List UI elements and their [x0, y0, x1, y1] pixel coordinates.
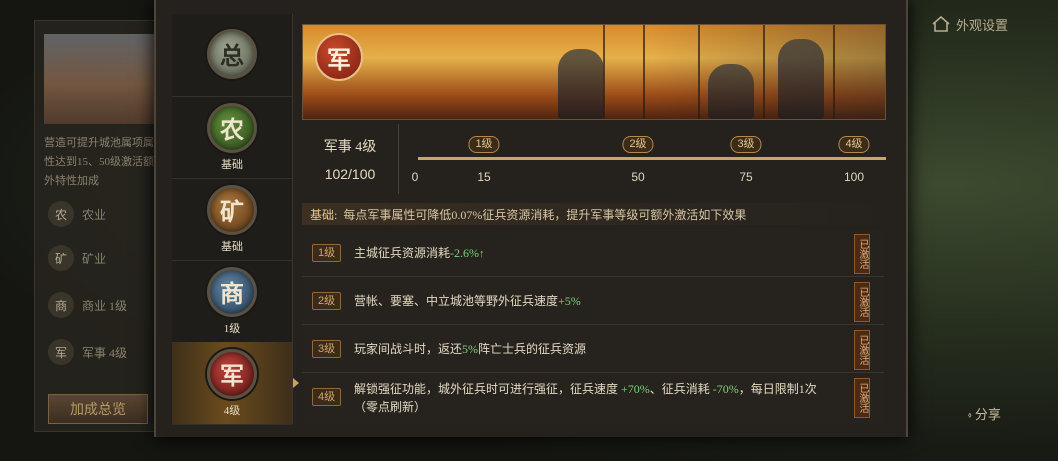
share-icon: ⬫ — [968, 407, 972, 422]
level-name: 军事 4级 — [323, 140, 377, 155]
activated-status: 已激活 — [854, 378, 870, 418]
milestone-number: 15 — [477, 170, 491, 184]
milestone-number: 0 — [411, 170, 419, 184]
tab-agriculture[interactable]: 农 基础 — [172, 96, 292, 179]
appearance-settings-label: 外观设置 — [956, 17, 1009, 33]
soldier-figure — [558, 49, 604, 119]
commerce-icon: 商 — [207, 266, 257, 317]
milestone-number: 50 — [631, 170, 645, 184]
level-track — [418, 157, 886, 160]
tab-sublabel: 1级 — [223, 322, 241, 335]
activated-status: 已激活 — [854, 282, 870, 322]
tab-sublabel: 4级 — [223, 404, 241, 417]
milestone-badge: 2级 — [622, 136, 654, 153]
activated-status: 已激活 — [854, 330, 870, 370]
milestone-badge: 1级 — [468, 136, 500, 153]
level-info: 军事 4级 102/100 — [302, 124, 399, 194]
soldier-figure — [708, 64, 754, 119]
effect-text: 营帐、要塞、中立城池等野外征兵速度+5% — [354, 294, 581, 308]
milestone-badge: 3级 — [730, 136, 762, 153]
military-banner: 军 — [302, 24, 886, 120]
military-icon: 军 — [207, 348, 257, 399]
bg-row-label: 矿业 — [82, 251, 107, 266]
city-image — [44, 34, 162, 124]
basic-text: 每点军事属性可降低0.07%征兵资源消耗，提升军事等级可额外激活如下效果 — [343, 207, 747, 222]
bg-row-agriculture[interactable]: 农 农业 — [48, 196, 158, 232]
bg-row-label: 军事 4级 — [82, 345, 128, 360]
bg-row-military[interactable]: 军 军事 4级 — [48, 334, 158, 370]
share-label: 分享 — [974, 407, 1001, 422]
mining-icon: 矿 — [207, 184, 257, 235]
bg-row-commerce[interactable]: 商 商业 1级 — [48, 287, 158, 323]
effect-level: 1级 — [312, 244, 342, 262]
share-button[interactable]: ⬫ 分享 — [968, 404, 1001, 423]
effect-text: 主城征兵资源消耗-2.6%↑ — [354, 246, 485, 260]
house-icon — [932, 16, 950, 32]
milestone-number: 75 — [739, 170, 753, 184]
level-progress: 102/100 — [324, 166, 376, 182]
tab-mining[interactable]: 矿 基础 — [172, 178, 292, 261]
bg-row-label: 农业 — [82, 207, 107, 222]
bonus-summary-button[interactable]: 加成总览 — [48, 394, 148, 424]
effect-row-2: 2级 营帐、要塞、中立城池等野外征兵速度+5% 已激活 — [302, 278, 884, 325]
overview-icon: 总 — [207, 28, 257, 79]
bg-row-label: 商业 1级 — [82, 298, 128, 313]
milestone-badge: 4级 — [838, 136, 870, 153]
category-tabs: 总 农 基础 矿 基础 商 1级 军 4级 — [172, 14, 299, 425]
effect-text: 玩家间战斗时，返还5%阵亡士兵的征兵资源 — [354, 342, 587, 356]
soldier-figure — [778, 39, 824, 119]
agriculture-icon: 农 — [207, 102, 257, 153]
effect-level: 2级 — [312, 292, 342, 310]
tab-commerce[interactable]: 商 1级 — [172, 260, 292, 343]
basic-tag: 基础: — [310, 207, 338, 222]
mining-icon: 矿 — [48, 245, 74, 271]
tab-sublabel: 基础 — [221, 158, 243, 171]
effect-level: 4级 — [312, 388, 342, 406]
tab-sublabel: 基础 — [221, 240, 243, 253]
military-emblem-icon: 军 — [315, 33, 363, 81]
effect-level: 3级 — [312, 340, 342, 358]
tab-overview[interactable]: 总 — [172, 14, 292, 97]
bg-row-mining[interactable]: 矿 矿业 — [48, 240, 158, 276]
basic-effect: 基础: 每点军事属性可降低0.07%征兵资源消耗，提升军事等级可额外激活如下效果 — [302, 203, 884, 225]
military-icon: 军 — [48, 339, 74, 365]
effect-row-4: 4级 解锁强征功能，城外征兵时可进行强征，征兵速度 +70%、征兵消耗 -70%… — [302, 374, 884, 424]
agriculture-icon: 农 — [48, 201, 74, 227]
commerce-icon: 商 — [48, 292, 74, 318]
effect-text: 解锁强征功能，城外征兵时可进行强征，征兵速度 +70%、征兵消耗 -70%，每日… — [354, 382, 817, 414]
effect-row-1: 1级 主城征兵资源消耗-2.6%↑ 已激活 — [302, 230, 884, 277]
city-description: 营造可提升城池属项属性达到15、50级激活额外特性加成 — [44, 137, 154, 187]
military-dialog: 总 农 基础 矿 基础 商 1级 军 4级 军 军事 4级 102/100 1级… — [154, 0, 908, 437]
activated-status: 已激活 — [854, 234, 870, 274]
tab-military[interactable]: 军 4级 — [172, 342, 299, 425]
appearance-settings-button[interactable]: 外观设置 — [932, 14, 1008, 34]
effect-row-3: 3级 玩家间战斗时，返还5%阵亡士兵的征兵资源 已激活 — [302, 326, 884, 373]
up-arrow-icon: ↑ — [479, 248, 485, 260]
milestone-number: 100 — [843, 170, 865, 184]
